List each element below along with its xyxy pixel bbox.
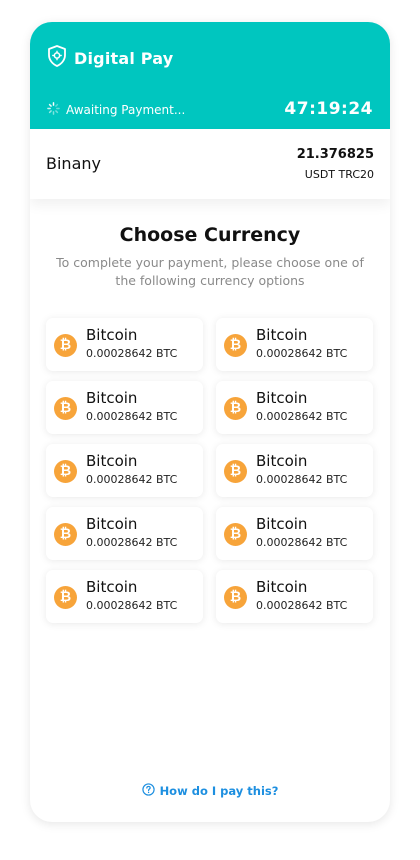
help-link[interactable]: How do I pay this?: [30, 783, 390, 799]
currency-amount: 0.00028642 BTC: [256, 599, 348, 612]
bitcoin-icon: ₿: [224, 460, 247, 483]
header: Digital Pay Awaiting Payment... 47:19:24: [30, 22, 390, 129]
bitcoin-icon: ₿: [54, 460, 77, 483]
currency-name: Bitcoin: [86, 452, 138, 470]
bitcoin-icon: ₿: [54, 586, 77, 609]
payment-currency: USDT TRC20: [304, 168, 374, 181]
bitcoin-icon: ₿: [224, 397, 247, 420]
payment-amount: 21.376825: [296, 147, 374, 162]
currency-option[interactable]: ₿ Bitcoin 0.00028642 BTC: [216, 381, 373, 434]
currency-name: Bitcoin: [256, 515, 308, 533]
currency-amount: 0.00028642 BTC: [256, 410, 348, 423]
countdown-timer: 47:19:24: [284, 99, 373, 119]
currency-name: Bitcoin: [256, 389, 308, 407]
currency-option[interactable]: ₿ Bitcoin 0.00028642 BTC: [46, 381, 203, 434]
currency-amount: 0.00028642 BTC: [86, 599, 178, 612]
currency-option[interactable]: ₿ Bitcoin 0.00028642 BTC: [216, 318, 373, 371]
currency-name: Bitcoin: [86, 326, 138, 344]
bitcoin-icon: ₿: [54, 397, 77, 420]
bitcoin-icon: ₿: [224, 523, 247, 546]
currency-name: Bitcoin: [256, 578, 308, 596]
payment-status: Awaiting Payment...: [47, 102, 185, 118]
page-title: Choose Currency: [119, 224, 301, 246]
status-text: Awaiting Payment...: [66, 103, 186, 117]
bitcoin-icon: ₿: [54, 523, 77, 546]
currency-name: Bitcoin: [86, 389, 138, 407]
currency-option[interactable]: ₿ Bitcoin 0.00028642 BTC: [216, 444, 373, 497]
bitcoin-icon: ₿: [224, 586, 247, 609]
currency-name: Bitcoin: [86, 578, 138, 596]
brand: Digital Pay: [47, 45, 173, 71]
merchant-name: Binany: [46, 154, 101, 173]
currency-amount: 0.00028642 BTC: [86, 410, 178, 423]
currency-name: Bitcoin: [256, 452, 308, 470]
currency-option[interactable]: ₿ Bitcoin 0.00028642 BTC: [46, 570, 203, 623]
currency-amount: 0.00028642 BTC: [86, 536, 178, 549]
page-subtitle: To complete your payment, please choose …: [56, 255, 364, 288]
help-link-label: How do I pay this?: [159, 784, 279, 798]
loading-spinner-icon: [47, 102, 60, 118]
currency-option[interactable]: ₿ Bitcoin 0.00028642 BTC: [46, 507, 203, 560]
brand-name: Digital Pay: [74, 48, 174, 68]
currency-amount: 0.00028642 BTC: [256, 536, 348, 549]
currency-amount: 0.00028642 BTC: [86, 347, 178, 360]
currency-name: Bitcoin: [86, 515, 138, 533]
currency-options: ₿ Bitcoin 0.00028642 BTC ₿ Bitcoin 0.000…: [46, 318, 374, 623]
bitcoin-icon: ₿: [54, 334, 77, 357]
merchant-summary: Binany 21.376825 USDT TRC20: [30, 129, 390, 199]
currency-amount: 0.00028642 BTC: [256, 347, 348, 360]
currency-option[interactable]: ₿ Bitcoin 0.00028642 BTC: [46, 318, 203, 371]
currency-option[interactable]: ₿ Bitcoin 0.00028642 BTC: [46, 444, 203, 497]
currency-amount: 0.00028642 BTC: [256, 473, 348, 486]
currency-option[interactable]: ₿ Bitcoin 0.00028642 BTC: [216, 570, 373, 623]
currency-name: Bitcoin: [256, 326, 308, 344]
payment-card: Digital Pay Awaiting Payment... 47:19:24…: [30, 22, 390, 822]
shield-icon: [47, 45, 67, 71]
currency-amount: 0.00028642 BTC: [86, 473, 178, 486]
bitcoin-icon: ₿: [224, 334, 247, 357]
question-circle-icon: [141, 783, 155, 799]
currency-option[interactable]: ₿ Bitcoin 0.00028642 BTC: [216, 507, 373, 560]
